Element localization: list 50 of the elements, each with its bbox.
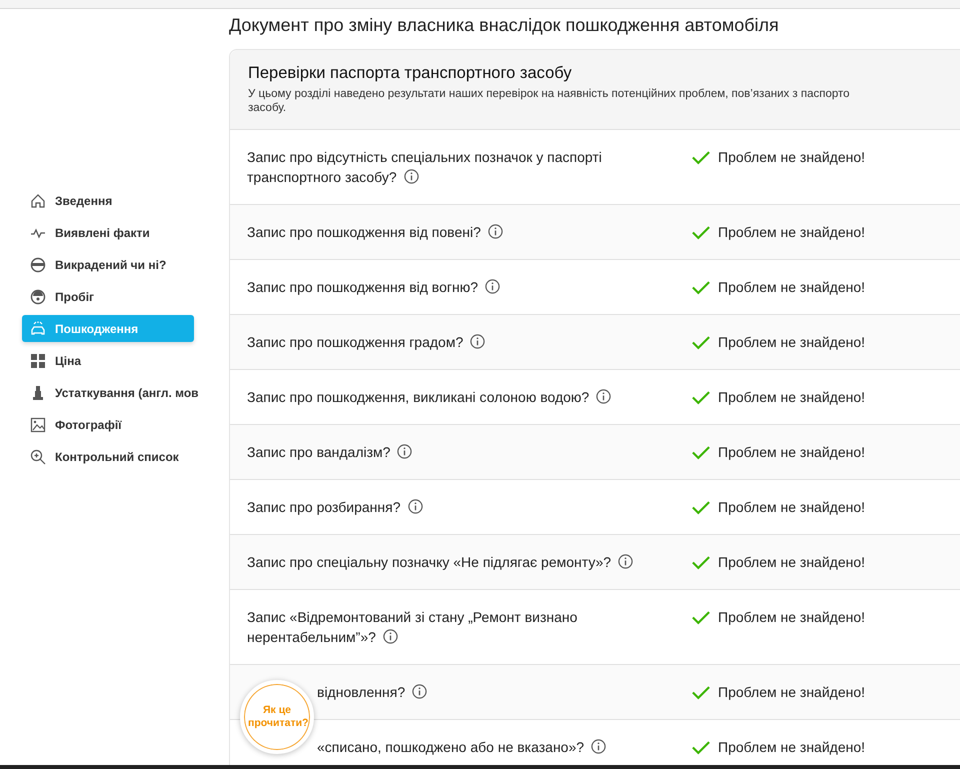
car-icon [30,320,46,336]
check-result: Проблем не знайдено! [718,683,866,702]
zoom-in-icon [30,448,46,464]
check-result: Проблем не знайдено! [718,443,866,462]
info-icon[interactable] [382,629,398,644]
check-question: Запис про пошкодження, викликані солоною водою? [247,387,667,407]
info-icon[interactable] [591,739,606,754]
check-result: Проблем не знайдено! [718,553,866,572]
sidebar-item[interactable]: Ціна [22,347,194,374]
check-question: відновлення? [317,682,692,702]
sidebar-item[interactable]: Зведення [22,187,194,214]
section-description: У цьому розділі наведено результати наших перевірок на наявність потенційних проблем, пов’язаних з паспорто [248,87,851,101]
check-question: «списано, пошкоджено або не вказано»? [317,737,692,757]
sidebar-item[interactable]: Виявлені факти [22,219,194,246]
check-question: Запис про відсутність спеціальних позначок у паспорті транспортного засобу? [247,148,603,187]
image-icon [30,416,46,432]
check-question: Запис про розбирання? [247,497,667,517]
house-icon [30,192,46,208]
sidebar-item[interactable]: Фотографії [22,411,194,438]
info-icon[interactable] [470,334,486,349]
section-title: Перевірки паспорта транспортного засобу [248,64,573,83]
check-question: Запис про пошкодження від повені? [247,222,667,242]
info-icon[interactable] [408,499,422,514]
info-icon[interactable] [404,169,419,184]
sidebar-item[interactable]: Контрольний список [22,443,194,470]
info-icon[interactable] [397,444,412,459]
check-result: Проблем не знайдено! [718,333,866,352]
check-result: Проблем не знайдено! [718,148,866,167]
check-result: Проблем не знайдено! [718,738,866,757]
check-question: Запис про вандалізм? [247,442,667,462]
check-result: Проблем не знайдено! [718,223,866,242]
gauge-icon [30,288,46,304]
section-description: засобу. [248,101,288,115]
info-icon[interactable] [485,279,500,294]
check-question: Запис про спеціальну позначку «Не підлягає ремонту»? [247,552,667,572]
sidebar-item[interactable]: Викрадений чи ні? [22,251,194,278]
check-question: Запис про пошкодження від вогню? [247,277,667,297]
check-question: Запис «Відремонтований зі стану „Ремонт визнано нерентабельним”»? [247,608,578,647]
grid-icon [30,352,46,368]
check-result: Проблем не знайдено! [718,388,866,407]
page-title: Документ про зміну власника внаслідок пошкодження автомобіля [229,15,780,36]
check-question: Запис про пошкодження градом? [247,332,667,352]
info-icon[interactable] [596,389,612,404]
check-result: Проблем не знайдено! [718,278,866,297]
check-result: Проблем не знайдено! [718,608,866,627]
sidebar-item[interactable]: Пробіг [22,283,194,310]
info-icon[interactable] [618,554,634,569]
info-icon[interactable] [488,224,503,239]
info-icon[interactable] [412,684,428,699]
check-result: Проблем не знайдено! [718,498,866,517]
